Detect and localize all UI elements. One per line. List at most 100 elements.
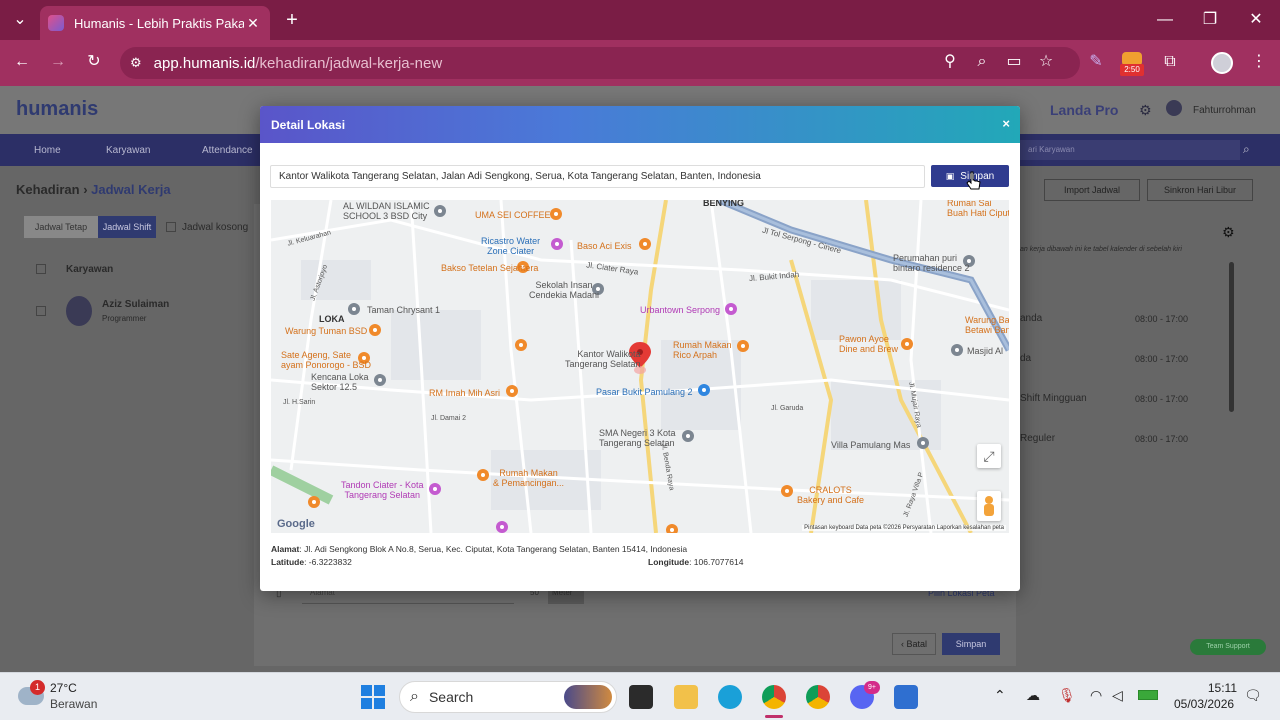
sync-holiday-button[interactable]: Sinkron Hari Libur xyxy=(1147,179,1253,201)
breadcrumb-root[interactable]: Kehadiran xyxy=(16,182,80,197)
weather-desc[interactable]: Berawan xyxy=(50,697,97,711)
extensions-puzzle-icon[interactable]: ⧉ xyxy=(1160,52,1180,72)
restaurant-pin-icon[interactable] xyxy=(666,524,678,533)
mouse-cursor-icon xyxy=(966,171,981,190)
place-pin-icon[interactable] xyxy=(429,483,441,495)
chrome-icon[interactable] xyxy=(806,685,830,709)
restaurant-pin-icon[interactable] xyxy=(550,208,562,220)
wifi-icon[interactable]: ◠ xyxy=(1090,687,1102,704)
window-close-icon[interactable]: ✕ xyxy=(1246,10,1266,30)
school-pin-icon[interactable] xyxy=(682,430,694,442)
humanis-favicon-icon xyxy=(48,15,64,31)
school-pin-icon[interactable] xyxy=(434,205,446,217)
street-view-pegman-icon[interactable] xyxy=(977,491,1001,521)
schedule-settings-icon[interactable]: ⚙ xyxy=(1222,224,1235,241)
user-avatar[interactable] xyxy=(1166,100,1182,116)
install-app-icon[interactable]: ▭ xyxy=(1004,52,1024,72)
timer-extension-icon[interactable]: 2:50 xyxy=(1120,50,1144,76)
tab-jadwal-shift[interactable]: Jadwal Shift xyxy=(98,216,156,238)
forward-icon[interactable]: → xyxy=(48,52,68,72)
user-name[interactable]: Fahturrohman xyxy=(1193,105,1256,116)
chrome-active-icon[interactable] xyxy=(762,685,786,709)
employee-search-input[interactable]: ari Karyawan xyxy=(1020,140,1240,160)
battery-icon[interactable] xyxy=(1138,690,1158,700)
microphone-icon[interactable]: 🎙 xyxy=(1058,687,1076,704)
cancel-button[interactable]: ‹ Batal xyxy=(892,633,936,655)
windows-taskbar: 1 27°C Berawan ⌕ Search 9+ ⌃ ☁ 🎙 ◠ ◁ 15:… xyxy=(0,672,1280,720)
browser-tab[interactable]: Humanis - Lebih Praktis Pakai H ✕ xyxy=(40,6,270,40)
mosque-pin-icon[interactable] xyxy=(951,344,963,356)
restaurant-pin-icon[interactable] xyxy=(506,385,518,397)
weather-temp[interactable]: 27°C xyxy=(50,681,77,695)
new-tab-icon[interactable]: + xyxy=(282,10,302,30)
longitude-value: : 106.7077614 xyxy=(689,557,744,567)
place-pin-icon[interactable] xyxy=(374,374,386,386)
nav-karyawan[interactable]: Karyawan xyxy=(106,145,150,156)
shop-pin-icon[interactable] xyxy=(551,238,563,250)
restaurant-pin-icon[interactable] xyxy=(781,485,793,497)
tray-chevron-icon[interactable]: ⌃ xyxy=(994,687,1006,704)
search-icon[interactable]: ⌕ xyxy=(1243,142,1250,157)
shop-pin-icon[interactable] xyxy=(725,303,737,315)
location-search-input[interactable] xyxy=(270,165,925,188)
select-all-checkbox[interactable] xyxy=(36,264,46,274)
volume-icon[interactable]: ◁ xyxy=(1112,687,1123,704)
road-label: Jl. H.Sarin xyxy=(283,399,316,406)
restaurant-pin-icon[interactable] xyxy=(901,338,913,350)
tab-jadwal-tetap[interactable]: Jadwal Tetap xyxy=(24,216,98,238)
team-support-button[interactable]: Team Support xyxy=(1190,639,1266,655)
map-fullscreen-button[interactable]: ⤢ xyxy=(977,444,1001,468)
address-bar[interactable]: ⚙ app.humanis.id/kehadiran/jadwal-kerja-… xyxy=(120,47,1080,79)
settings-gear-icon[interactable]: ⚙ xyxy=(1139,102,1152,119)
place-pin-icon[interactable] xyxy=(348,303,360,315)
site-info-icon[interactable]: ⚙ xyxy=(130,55,142,71)
zoom-icon[interactable]: ⌕ xyxy=(972,52,992,72)
schedule-item-name: da xyxy=(1020,353,1032,364)
map-label: Rumah Makan Rico Arpah xyxy=(673,340,732,360)
location-icon[interactable]: ⚲ xyxy=(940,52,960,72)
tab-search-icon[interactable]: ⌄ xyxy=(10,10,30,30)
google-map[interactable]: AL WILDAN ISLAMIC SCHOOL 3 BSD City UMA S… xyxy=(271,200,1009,533)
employee-checkbox[interactable] xyxy=(36,306,46,316)
notepad-icon[interactable] xyxy=(894,685,918,709)
onedrive-icon[interactable]: ☁ xyxy=(1026,687,1040,704)
profile-avatar[interactable] xyxy=(1211,52,1233,74)
empty-schedule-checkbox[interactable] xyxy=(166,222,176,232)
file-explorer-icon[interactable] xyxy=(674,685,698,709)
browser-menu-icon[interactable]: ⋮ xyxy=(1249,52,1269,72)
market-pin-icon[interactable] xyxy=(698,384,710,396)
notifications-icon[interactable]: 🗨 xyxy=(1244,687,1262,704)
clock-date[interactable]: 05/03/2026 xyxy=(1174,697,1234,711)
import-schedule-button[interactable]: Import Jadwal xyxy=(1044,179,1140,201)
map-attribution[interactable]: Pintasan keyboard Data peta ©2026 Persya… xyxy=(802,525,1006,531)
modal-close-icon[interactable]: × xyxy=(1002,116,1010,131)
clock-time[interactable]: 15:11 xyxy=(1207,681,1237,695)
extension-feather-icon[interactable]: ✎ xyxy=(1086,52,1106,72)
restaurant-pin-icon[interactable] xyxy=(515,339,527,351)
schedule-scrollbar[interactable] xyxy=(1229,262,1234,412)
restaurant-pin-icon[interactable] xyxy=(737,340,749,352)
windows-start-icon[interactable] xyxy=(361,685,385,709)
tab-close-icon[interactable]: ✕ xyxy=(244,15,262,32)
restaurant-pin-icon[interactable] xyxy=(308,496,320,508)
form-save-button[interactable]: Simpan xyxy=(942,633,1000,655)
modal-title: Detail Lokasi xyxy=(271,118,346,132)
taskbar-search-box[interactable]: ⌕ Search xyxy=(399,681,617,713)
back-icon[interactable]: ← xyxy=(12,52,32,72)
minimize-icon[interactable]: — xyxy=(1155,10,1175,30)
reload-icon[interactable]: ↻ xyxy=(84,52,104,72)
restaurant-pin-icon[interactable] xyxy=(477,469,489,481)
nav-home[interactable]: Home xyxy=(34,145,61,156)
place-pin-icon[interactable] xyxy=(917,437,929,449)
address-label: Alamat xyxy=(271,544,300,554)
restaurant-pin-icon[interactable] xyxy=(369,324,381,336)
place-pin-icon[interactable] xyxy=(496,521,508,533)
breadcrumb-current: Jadwal Kerja xyxy=(91,182,171,197)
nav-attendance[interactable]: Attendance xyxy=(202,145,253,156)
task-view-icon[interactable] xyxy=(629,685,653,709)
bookmark-star-icon[interactable]: ☆ xyxy=(1036,52,1056,72)
restore-icon[interactable]: ❐ xyxy=(1200,10,1220,30)
edge-browser-icon[interactable] xyxy=(718,685,742,709)
map-label: Ruman Sai Buah Hati Ciputr xyxy=(947,200,1009,218)
restaurant-pin-icon[interactable] xyxy=(639,238,651,250)
